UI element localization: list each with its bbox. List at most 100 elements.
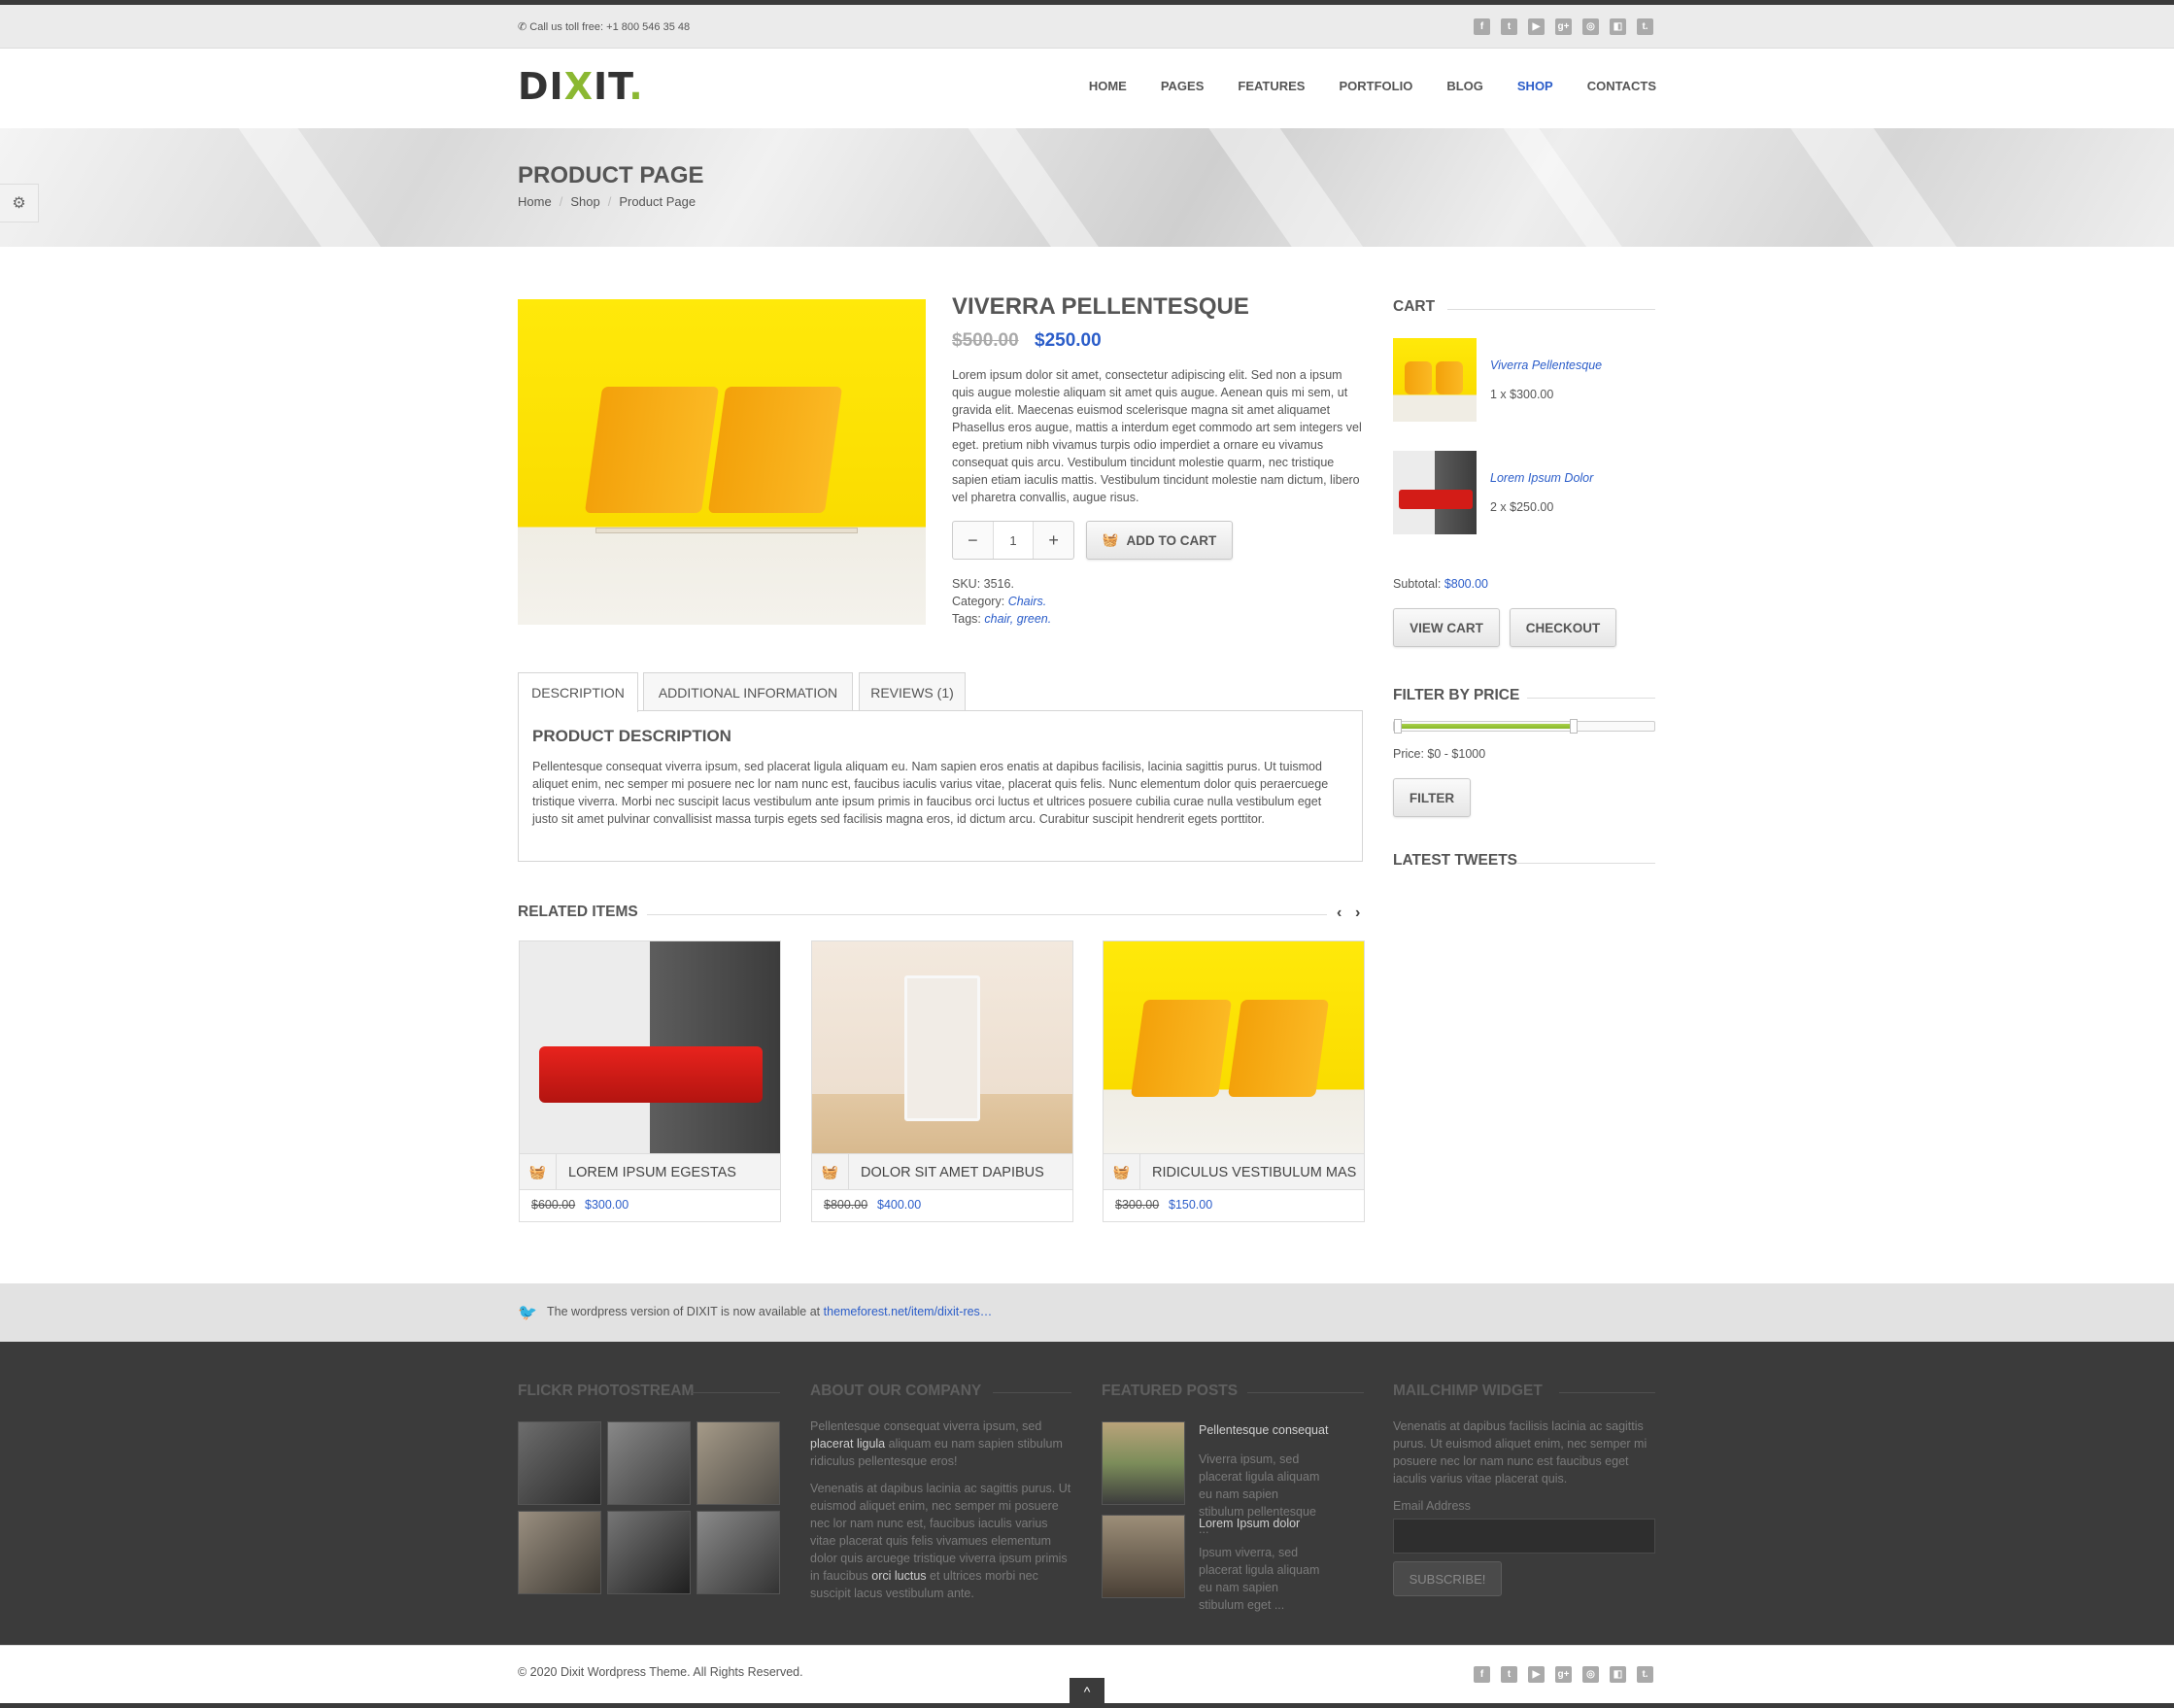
nav-shop[interactable]: SHOP (1517, 79, 1553, 93)
cart-item-name[interactable]: Lorem Ipsum Dolor (1490, 471, 1593, 485)
card-title[interactable]: DOLOR SIT AMET DAPIBUS (861, 1165, 1044, 1180)
twitter-icon[interactable]: t (1501, 18, 1517, 35)
nav-portfolio[interactable]: PORTFOLIO (1339, 79, 1412, 93)
breadcrumb-home[interactable]: Home (518, 194, 552, 209)
delicious-icon[interactable]: ◧ (1610, 18, 1626, 35)
related-image[interactable] (812, 941, 1072, 1153)
back-to-top-button[interactable]: ^ (1070, 1678, 1104, 1704)
basket-icon[interactable]: 🧺 (1104, 1154, 1140, 1189)
nav-blog[interactable]: BLOG (1446, 79, 1483, 93)
tumblr-icon[interactable]: t. (1637, 18, 1653, 35)
page-title-band: PRODUCT PAGE Home / Shop / Product Page (0, 128, 2174, 247)
facebook-icon[interactable]: f (1474, 1666, 1490, 1683)
chair-shape (1436, 361, 1463, 394)
sofa-shape (1399, 490, 1473, 509)
flickr-thumb[interactable] (696, 1421, 780, 1505)
filter-button[interactable]: FILTER (1393, 778, 1471, 817)
tumblr-icon[interactable]: t. (1637, 1666, 1653, 1683)
flickr-thumb[interactable] (607, 1511, 691, 1594)
tag-link[interactable]: chair, (984, 612, 1013, 626)
twitter-icon[interactable]: t (1501, 1666, 1517, 1683)
tweet-text: The wordpress version of DIXIT is now av… (547, 1305, 992, 1318)
tab-reviews[interactable]: REVIEWS (1) (859, 672, 966, 711)
related-card[interactable]: 🧺 DOLOR SIT AMET DAPIBUS $800.00 $400.00 (811, 940, 1073, 1222)
related-card[interactable]: 🧺 RIDICULUS VESTIBULUM MAS $300.00 $150.… (1103, 940, 1365, 1222)
site-logo[interactable]: DIXIT. (518, 65, 644, 108)
footer: FLICKR PHOTOSTREAM ABOUT OUR COMPANY Pel… (0, 1342, 2174, 1645)
nav-home[interactable]: HOME (1089, 79, 1127, 93)
product-image[interactable] (518, 299, 926, 625)
basket-icon[interactable]: 🧺 (520, 1154, 557, 1189)
divider (647, 914, 1327, 915)
logo-part: IT (594, 65, 629, 108)
qty-plus-button[interactable]: + (1034, 522, 1073, 559)
divider (1527, 698, 1655, 699)
post-thumb[interactable] (1102, 1421, 1185, 1505)
nav-pages[interactable]: PAGES (1161, 79, 1205, 93)
post-thumb[interactable] (1102, 1515, 1185, 1598)
googleplus-icon[interactable]: g+ (1555, 1666, 1572, 1683)
slider-handle-max[interactable] (1570, 719, 1578, 734)
tab-description[interactable]: DESCRIPTION (518, 672, 638, 712)
view-cart-button[interactable]: VIEW CART (1393, 608, 1500, 647)
bottom-strip (0, 1703, 2174, 1708)
cart-item-image[interactable] (1393, 338, 1477, 422)
checkout-button[interactable]: CHECKOUT (1510, 608, 1616, 647)
cart-item-image[interactable] (1393, 451, 1477, 534)
dribbble-icon[interactable]: ◎ (1582, 1666, 1599, 1683)
tweet-link[interactable]: themeforest.net/item/dixit-res… (824, 1305, 993, 1318)
decor-streak (1195, 128, 1389, 247)
price-new: $250.00 (1035, 330, 1102, 351)
card-bar: 🧺 LOREM IPSUM EGESTAS (520, 1153, 780, 1190)
delicious-icon[interactable]: ◧ (1610, 1666, 1626, 1683)
card-title[interactable]: RIDICULUS VESTIBULUM MAS (1152, 1165, 1356, 1180)
subscribe-button[interactable]: SUBSCRIBE! (1393, 1561, 1502, 1596)
chevron-right-icon[interactable]: › (1355, 905, 1360, 922)
googleplus-icon[interactable]: g+ (1555, 18, 1572, 35)
related-image[interactable] (1104, 941, 1364, 1153)
tab-additional-information[interactable]: ADDITIONAL INFORMATION (643, 672, 853, 711)
dribbble-icon[interactable]: ◎ (1582, 18, 1599, 35)
flickr-thumb[interactable] (607, 1421, 691, 1505)
card-price-old: $800.00 (824, 1198, 868, 1212)
panel-text: Pellentesque consequat viverra ipsum, se… (532, 760, 1329, 826)
email-input[interactable] (1393, 1519, 1655, 1554)
flickr-thumb[interactable] (518, 1511, 601, 1594)
divider (1447, 309, 1655, 310)
tweet-body: The wordpress version of DIXIT is now av… (547, 1305, 821, 1318)
tag-link[interactable]: green. (1017, 612, 1051, 626)
card-bar: 🧺 RIDICULUS VESTIBULUM MAS (1104, 1153, 1364, 1190)
card-price-new: $300.00 (585, 1198, 629, 1212)
breadcrumb-shop[interactable]: Shop (570, 194, 599, 209)
chevron-left-icon[interactable]: ‹ (1337, 905, 1342, 922)
style-switcher-toggle[interactable]: ⚙ (0, 184, 39, 222)
facebook-icon[interactable]: f (1474, 18, 1490, 35)
flickr-thumb[interactable] (696, 1511, 780, 1594)
flickr-thumb[interactable] (518, 1421, 601, 1505)
decor-streak (222, 128, 409, 247)
page-title: PRODUCT PAGE (518, 162, 704, 188)
slider-handle-min[interactable] (1394, 719, 1402, 734)
about-text: Pellentesque consequat viverra ipsum, se… (810, 1419, 1042, 1433)
related-image[interactable] (520, 941, 780, 1153)
nav-features[interactable]: FEATURES (1238, 79, 1305, 93)
qty-input[interactable]: 1 (992, 522, 1035, 559)
tags-row: Tags: chair, green. (952, 610, 1051, 628)
copyright: © 2020 Dixit Wordpress Theme. All Rights… (518, 1665, 803, 1679)
qty-minus-button[interactable]: − (953, 522, 993, 559)
chair-shape (1405, 361, 1432, 394)
price-slider[interactable] (1393, 719, 1655, 734)
chair-base (595, 528, 858, 533)
post-title[interactable]: Lorem Ipsum dolor (1199, 1515, 1300, 1532)
youtube-icon[interactable]: ▶ (1528, 18, 1545, 35)
cart-item-name[interactable]: Viverra Pellentesque (1490, 359, 1602, 372)
category-link[interactable]: Chairs. (1008, 595, 1047, 608)
post-title[interactable]: Pellentesque consequat (1199, 1421, 1328, 1439)
chair-shape (1130, 1000, 1233, 1097)
add-to-cart-button[interactable]: 🧺 ADD TO CART (1086, 521, 1233, 560)
related-card[interactable]: 🧺 LOREM IPSUM EGESTAS $600.00 $300.00 (519, 940, 781, 1222)
basket-icon[interactable]: 🧺 (812, 1154, 849, 1189)
card-title[interactable]: LOREM IPSUM EGESTAS (568, 1165, 736, 1180)
nav-contacts[interactable]: CONTACTS (1587, 79, 1656, 93)
youtube-icon[interactable]: ▶ (1528, 1666, 1545, 1683)
